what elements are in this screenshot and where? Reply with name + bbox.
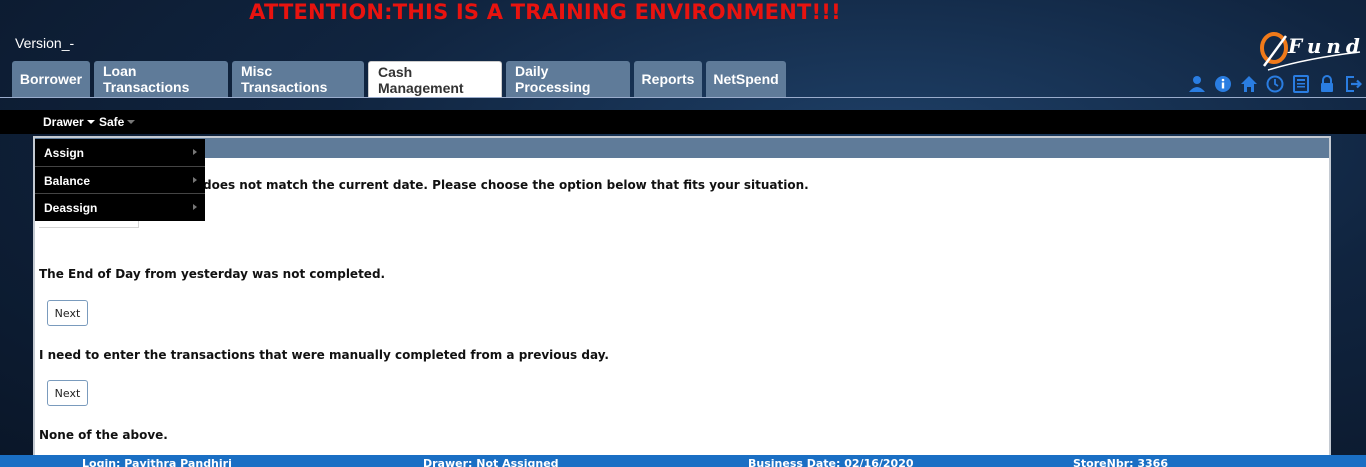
chevron-right-icon — [193, 204, 197, 210]
dropdown-item-label: Assign — [44, 145, 85, 160]
footer-business-date: Business Date: 02/16/2020 — [748, 457, 914, 467]
dropdown-item-assign[interactable]: Assign — [35, 139, 205, 166]
chevron-right-icon — [193, 149, 197, 155]
tab-reports[interactable]: Reports — [634, 61, 702, 97]
panel-header-bar — [35, 138, 1329, 158]
main-tabs: Borrower Loan Transactions Misc Transact… — [12, 61, 790, 97]
footer-login: Login: Pavithra Pandhiri — [82, 457, 232, 467]
lock-icon[interactable] — [1316, 74, 1338, 94]
tab-daily-processing[interactable]: Daily Processing — [506, 61, 630, 97]
footer-drawer: Drawer: Not Assigned — [423, 457, 559, 467]
menu-safe[interactable]: Safe — [99, 115, 136, 129]
option-none: None of the above. — [39, 428, 168, 442]
tab-netspend[interactable]: NetSpend — [706, 61, 786, 97]
dropdown-item-label: Deassign — [44, 200, 98, 215]
menu-drawer-label: Drawer — [43, 115, 84, 129]
option-eod-not-completed: The End of Day from yesterday was not co… — [39, 267, 386, 281]
logout-icon[interactable] — [1342, 74, 1364, 94]
next-button-manual[interactable]: Next — [47, 380, 88, 406]
info-icon[interactable] — [1212, 74, 1234, 94]
option-manual-transactions: I need to enter the transactions that we… — [39, 348, 609, 362]
tab-loan-transactions[interactable]: Loan Transactions — [94, 61, 228, 97]
version-label: Version_- — [15, 35, 75, 51]
training-banner: ATTENTION:THIS IS A TRAINING ENVIRONMENT… — [249, 0, 841, 24]
tab-divider — [0, 97, 1366, 98]
dropdown-item-balance[interactable]: Balance — [35, 167, 205, 194]
date-mismatch-message: does not match the current date. Please … — [203, 178, 809, 192]
qfund-logo: Fund — [1258, 30, 1362, 72]
content-panel: does not match the current date. Please … — [33, 136, 1331, 467]
home-icon[interactable] — [1238, 74, 1260, 94]
chevron-right-icon — [193, 177, 197, 183]
clock-icon[interactable] — [1264, 74, 1286, 94]
status-footer: Login: Pavithra Pandhiri Drawer: Not Ass… — [0, 455, 1366, 467]
footer-store: StoreNbr: 3366 — [1073, 457, 1168, 467]
drawer-dropdown: Assign Balance Deassign — [35, 139, 205, 221]
tab-borrower[interactable]: Borrower — [12, 61, 90, 97]
menu-drawer[interactable]: Drawer — [43, 115, 95, 129]
secondary-menubar: Drawer Safe — [0, 110, 1366, 134]
tab-cash-management[interactable]: Cash Management — [368, 61, 502, 97]
menu-safe-label: Safe — [99, 115, 125, 129]
calculator-icon[interactable] — [1290, 74, 1312, 94]
chevron-down-icon — [127, 120, 136, 124]
dropdown-item-label: Balance — [44, 173, 91, 188]
dropdown-item-deassign[interactable]: Deassign — [35, 194, 205, 221]
next-button-eod[interactable]: Next — [47, 300, 88, 326]
chevron-down-icon — [86, 120, 95, 124]
tab-misc-transactions[interactable]: Misc Transactions — [232, 61, 364, 97]
logo-wordmark: Fund — [1288, 34, 1365, 58]
utility-toolbar — [1186, 74, 1364, 94]
user-icon[interactable] — [1186, 74, 1208, 94]
